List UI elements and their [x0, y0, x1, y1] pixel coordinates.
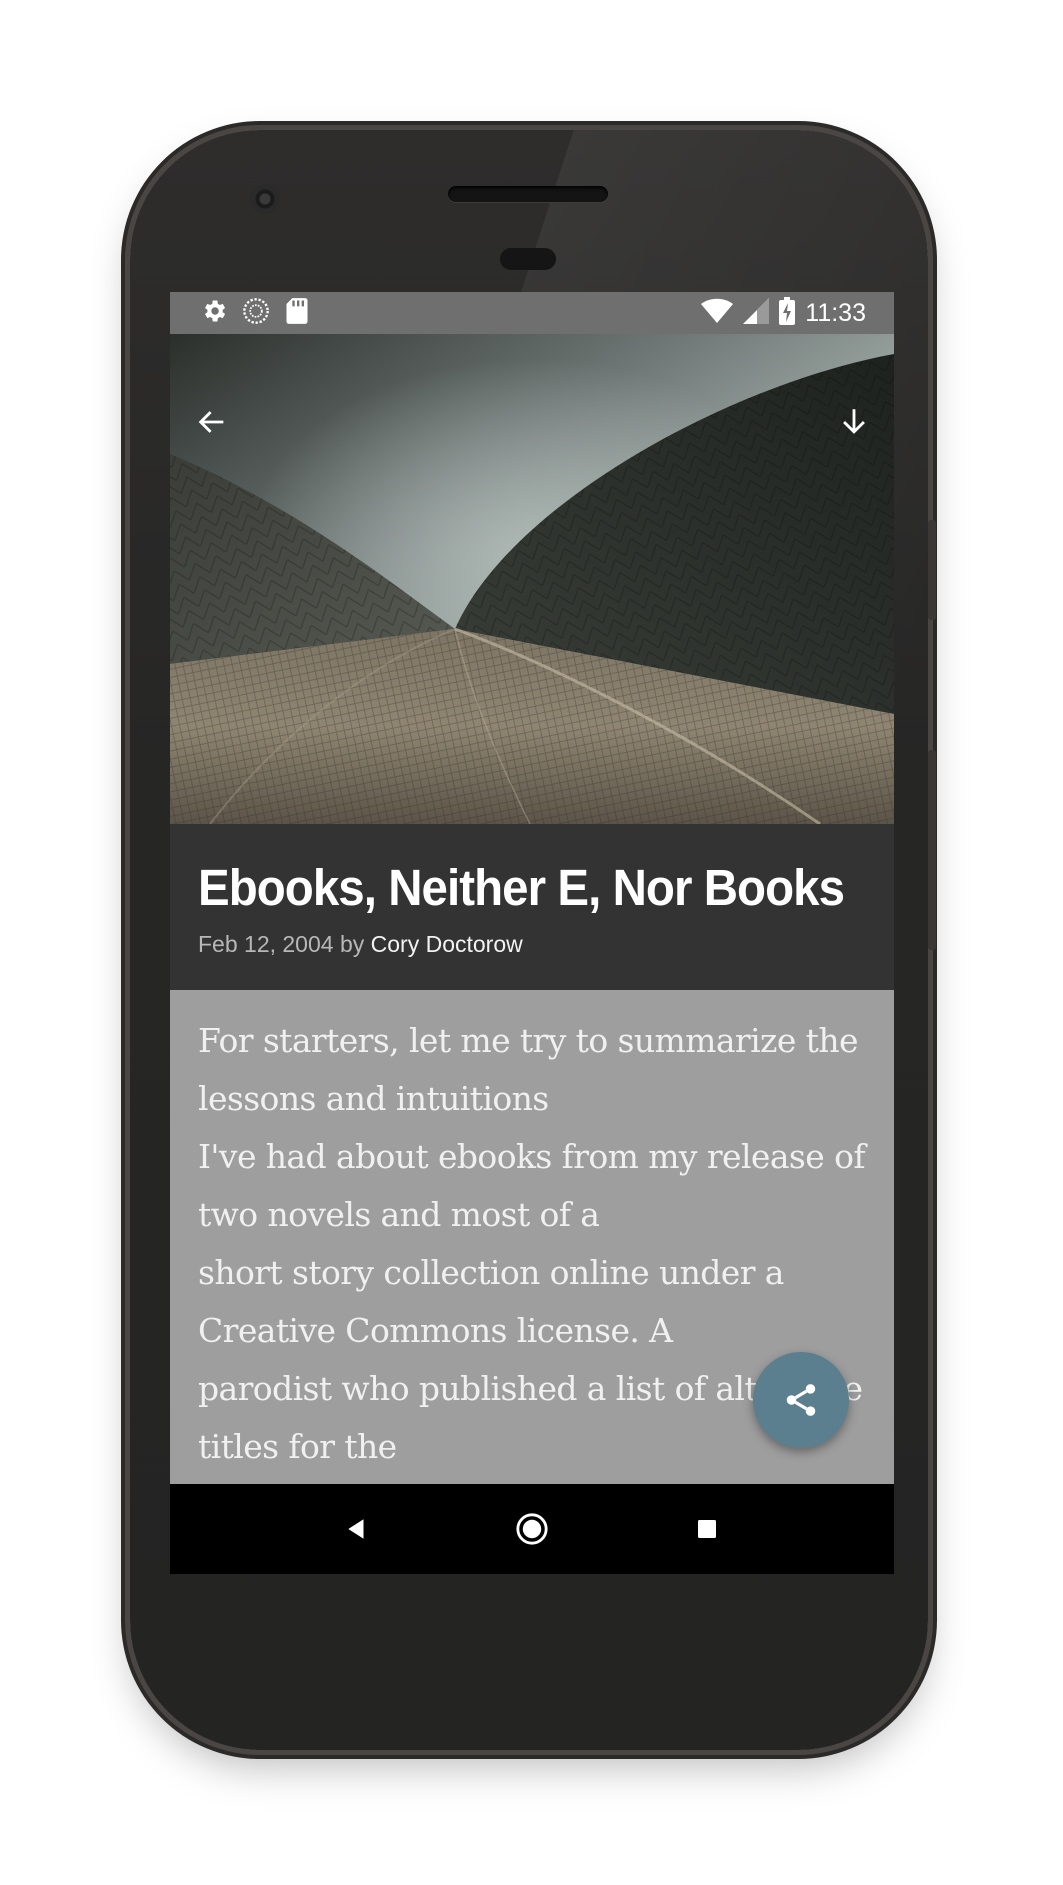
arrow-download-icon [843, 409, 865, 434]
nav-home-button[interactable] [502, 1499, 562, 1559]
status-time: 11:33 [805, 298, 866, 327]
sync-icon [242, 297, 270, 330]
body-line: two novels and most of a [198, 1195, 600, 1234]
body-line: short story collection online under a [198, 1253, 784, 1292]
cell-signal-icon [743, 297, 770, 329]
recents-square-icon [697, 1520, 716, 1538]
body-line: For starters, let me try to summarize th… [198, 1021, 859, 1060]
article-header: Ebooks, Neither E, Nor Books Feb 12, 200… [170, 824, 894, 990]
share-button[interactable] [753, 1352, 849, 1448]
proximity-sensor [500, 248, 556, 270]
article-date: Feb 12, 2004 [198, 931, 334, 957]
nav-recents-button[interactable] [677, 1499, 737, 1559]
share-icon [786, 1384, 816, 1416]
battery-charging-icon [779, 296, 796, 330]
volume-button [928, 750, 936, 950]
wifi-icon [701, 298, 734, 329]
home-circle-icon [516, 1513, 548, 1545]
power-button [928, 520, 936, 620]
body-line: lessons and intuitions [198, 1079, 549, 1118]
navigation-bar [170, 1484, 894, 1574]
back-button[interactable] [184, 394, 240, 450]
front-camera [250, 184, 280, 214]
sd-card-icon [284, 297, 310, 330]
article-by: by [339, 931, 365, 957]
back-triangle-icon [348, 1519, 364, 1539]
earpiece-speaker [448, 186, 608, 202]
arrow-back-icon [198, 411, 224, 433]
nav-back-button[interactable] [327, 1499, 387, 1559]
status-bar: 11:33 [170, 292, 894, 334]
article-meta: Feb 12, 2004 by Cory Doctorow [198, 931, 866, 958]
settings-icon [200, 297, 228, 330]
body-line: I've had about ebooks from my release of [198, 1137, 866, 1176]
hero-image [170, 334, 894, 824]
article-title: Ebooks, Neither E, Nor Books [198, 859, 845, 916]
article-author[interactable]: Cory Doctorow [371, 931, 523, 957]
phone-screen: 11:33 Ebooks, Neither E, Nor Books Feb 1… [170, 292, 894, 1574]
download-button[interactable] [826, 394, 882, 450]
body-line: Creative Commons license. A [198, 1311, 673, 1350]
